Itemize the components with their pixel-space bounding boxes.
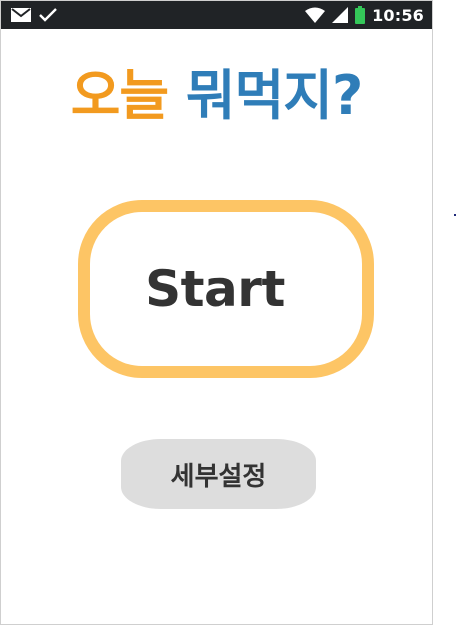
mail-icon	[11, 8, 31, 22]
title-part-today: 오늘	[70, 64, 169, 127]
status-time: 10:56	[372, 5, 424, 25]
signal-icon	[332, 7, 349, 23]
check-icon	[39, 8, 57, 22]
wifi-icon	[305, 7, 326, 23]
status-bar-left	[11, 8, 57, 22]
page-title: 오늘 뭐먹지?	[1, 51, 432, 130]
title-part-what-to-eat: 뭐먹지?	[185, 64, 363, 127]
status-bar: 10:56	[1, 1, 432, 29]
settings-button-label: 세부설정	[170, 461, 267, 492]
battery-icon	[355, 6, 366, 24]
app-screen: 10:56 오늘 뭐먹지? Start 세부설정	[0, 0, 433, 625]
settings-button[interactable]: 세부설정	[121, 439, 316, 509]
start-button[interactable]: Start	[78, 200, 374, 378]
stray-dot	[454, 214, 456, 216]
start-button-label: Start	[145, 260, 285, 318]
status-bar-right: 10:56	[305, 6, 424, 25]
